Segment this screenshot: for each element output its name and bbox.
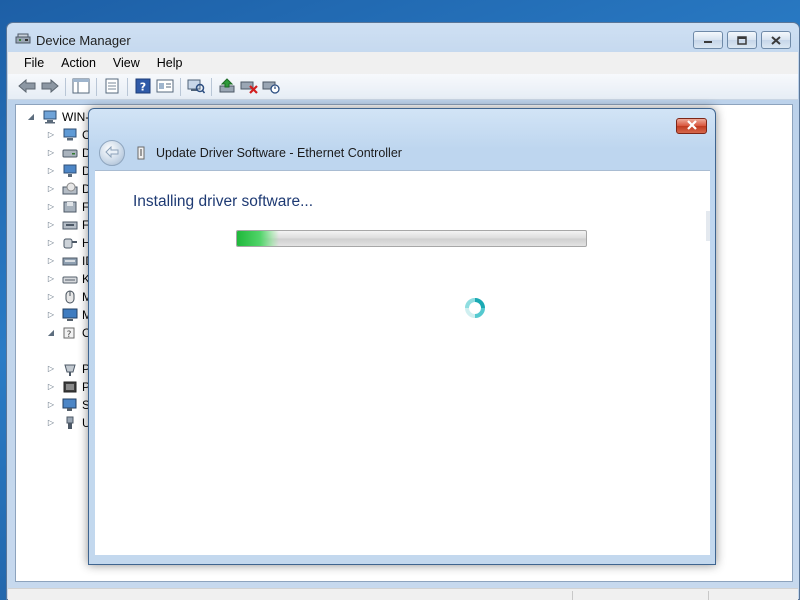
back-arrow-icon [105,145,119,161]
expand-icon[interactable]: ▷ [46,238,56,248]
minimize-button[interactable] [693,31,723,49]
show-hide-tree-button[interactable] [70,77,92,97]
svg-text:?: ? [67,330,72,340]
tree-item[interactable]: ▷Pr [46,379,94,395]
tree-item[interactable]: ▷ Fl [46,199,92,215]
collapse-icon[interactable]: ◢ [26,112,36,122]
menu-file[interactable]: File [17,54,51,72]
tree-item[interactable]: ▷ID [46,253,94,269]
maximize-icon [737,35,747,45]
status-bar [8,588,798,600]
expand-icon[interactable]: ▷ [46,274,56,284]
window-title: Device Manager [36,33,131,48]
keyboard-icon [62,272,78,286]
monitor-icon [62,308,78,322]
computer-root-icon [42,110,58,124]
uninstall-device-icon [240,78,258,97]
toolbar: ? [8,74,798,100]
expand-icon[interactable]: ▷ [46,166,56,176]
usb-controller-icon [62,416,78,430]
tree-item[interactable]: ▷ M [46,307,92,323]
expand-icon[interactable]: ▷ [46,130,56,140]
back-arrow-icon [18,78,36,96]
properties-button[interactable] [101,77,123,97]
forward-button[interactable] [39,77,61,97]
help-button[interactable]: ? [132,77,154,97]
tree-item[interactable]: ▷ M [46,289,92,305]
display-adapter-icon [62,164,78,178]
menu-bar: File Action View Help [8,52,798,74]
disable-device-icon [262,78,280,97]
processor-icon [62,380,78,394]
menu-view[interactable]: View [106,54,147,72]
collapse-icon[interactable]: ◢ [46,328,56,338]
close-button[interactable] [761,31,791,49]
mouse-icon [62,290,78,304]
show-hide-console-tree-icon [72,78,90,97]
other-devices-icon: ? [62,326,78,340]
scan-hardware-button[interactable] [185,77,207,97]
ide-controller-icon [62,254,78,268]
update-driver-dialog: Update Driver Software - Ethernet Contro… [88,108,716,565]
busy-spinner-icon [464,297,486,319]
computer-icon [62,128,78,142]
install-progress-bar [236,230,587,247]
update-driver-button[interactable] [216,77,238,97]
close-icon [686,119,698,133]
minimize-icon [703,36,713,44]
installing-heading: Installing driver software... [133,193,314,210]
tree-root-node[interactable]: ◢ WIN-I [26,109,93,125]
help-icon: ? [135,78,151,97]
system-devices-icon [62,398,78,412]
disable-device-button[interactable] [260,77,282,97]
expand-icon[interactable]: ▷ [46,400,56,410]
floppy-drive-icon [62,218,78,232]
expand-icon[interactable]: ▷ [46,148,56,158]
expand-icon[interactable]: ▷ [46,364,56,374]
dialog-close-button[interactable] [676,118,707,134]
svg-text:?: ? [140,80,146,93]
uninstall-device-button[interactable] [238,77,260,97]
title-bar[interactable]: Device Manager [7,23,799,53]
device-manager-icon [15,32,31,46]
properties-icon [104,78,120,97]
expand-icon[interactable]: ▷ [46,310,56,320]
tree-item[interactable]: ▷Di [46,163,93,179]
forward-arrow-icon [41,78,59,96]
view-button[interactable] [154,77,176,97]
expand-icon[interactable]: ▷ [46,184,56,194]
expand-icon[interactable]: ▷ [46,202,56,212]
menu-help[interactable]: Help [150,54,190,72]
menu-action[interactable]: Action [54,54,103,72]
view-details-icon [156,78,174,97]
ports-icon [62,362,78,376]
expand-icon[interactable]: ▷ [46,220,56,230]
back-button[interactable] [16,77,38,97]
expand-icon[interactable]: ▷ [46,418,56,428]
scan-hardware-icon [187,78,206,97]
expand-icon[interactable]: ▷ [46,382,56,392]
progress-fill [237,231,279,246]
dialog-content: Installing driver software... [95,170,710,555]
expand-icon [74,346,84,356]
scroll-indicator [706,211,710,241]
maximize-button[interactable] [727,31,757,49]
dialog-back-button[interactable] [99,140,125,166]
ethernet-device-icon [136,146,146,160]
dialog-title: Update Driver Software - Ethernet Contro… [156,146,402,160]
hid-device-icon [62,236,78,250]
dvd-drive-icon [62,182,78,196]
update-driver-icon [218,77,236,97]
expand-icon[interactable]: ▷ [46,256,56,266]
tree-item[interactable]: ▷ Fl [46,217,92,233]
tree-item[interactable]: ▷Di [46,145,93,161]
disk-drive-icon [62,146,78,160]
expand-icon[interactable]: ▷ [46,292,56,302]
close-icon [771,35,781,45]
floppy-controller-icon [62,200,78,214]
